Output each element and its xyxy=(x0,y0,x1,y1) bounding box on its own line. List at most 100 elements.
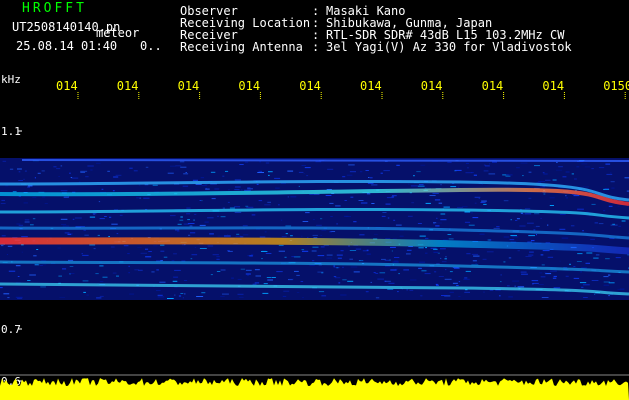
noise-speckle xyxy=(519,225,526,227)
noise-speckle xyxy=(80,171,86,173)
noise-speckle xyxy=(481,183,483,185)
noise-speckle xyxy=(249,255,253,257)
noise-speckle xyxy=(23,202,28,204)
noise-speckle xyxy=(69,172,71,174)
noise-speckle xyxy=(212,254,219,256)
noise-speckle xyxy=(330,216,333,217)
noise-speckle xyxy=(266,277,272,278)
noise-speckle xyxy=(313,219,315,221)
noise-speckle xyxy=(17,168,22,170)
noise-speckle xyxy=(320,218,323,220)
noise-speckle xyxy=(259,236,266,238)
noise-speckle xyxy=(204,184,208,186)
noise-speckle xyxy=(8,270,16,272)
noise-speckle xyxy=(547,256,554,258)
noise-speckle xyxy=(119,214,123,216)
noise-speckle xyxy=(160,260,163,261)
noise-speckle xyxy=(508,257,512,259)
noise-speckle xyxy=(558,166,563,168)
noise-speckle xyxy=(416,171,421,173)
noise-speckle xyxy=(302,250,309,252)
noise-speckle xyxy=(360,260,363,261)
noise-speckle xyxy=(301,235,303,237)
noise-speckle xyxy=(234,186,241,188)
noise-speckle xyxy=(101,188,104,190)
noise-speckle xyxy=(179,161,185,163)
noise-speckle xyxy=(472,217,479,219)
noise-speckle xyxy=(375,272,379,274)
noise-speckle xyxy=(472,260,477,262)
noise-speckle xyxy=(275,187,280,189)
noise-speckle xyxy=(511,236,519,238)
noise-speckle xyxy=(229,207,235,209)
noise-speckle xyxy=(321,230,327,232)
noise-speckle xyxy=(465,162,469,164)
noise-speckle xyxy=(36,249,39,250)
noise-speckle xyxy=(615,257,621,259)
noise-speckle xyxy=(576,166,580,168)
noise-speckle xyxy=(112,190,115,192)
noise-speckle xyxy=(371,184,378,186)
noise-speckle xyxy=(303,173,306,175)
noise-speckle xyxy=(225,170,229,172)
noise-speckle xyxy=(32,218,36,220)
noise-speckle xyxy=(278,250,285,252)
noise-speckle xyxy=(294,270,299,272)
noise-speckle xyxy=(384,280,391,282)
noise-speckle xyxy=(24,219,30,221)
noise-speckle xyxy=(533,226,538,228)
noise-speckle xyxy=(543,193,546,195)
noise-speckle xyxy=(254,269,260,271)
noise-speckle xyxy=(115,174,122,176)
noise-speckle xyxy=(258,200,263,202)
noise-speckle xyxy=(82,280,89,282)
noise-speckle xyxy=(201,185,207,187)
noise-speckle xyxy=(334,277,341,279)
noise-speckle xyxy=(127,253,130,255)
noise-speckle xyxy=(336,223,338,225)
noise-speckle xyxy=(263,283,268,285)
noise-speckle xyxy=(407,183,410,185)
noise-speckle xyxy=(524,208,531,210)
noise-speckle xyxy=(17,276,20,277)
noise-speckle xyxy=(68,259,74,261)
noise-speckle xyxy=(398,273,400,275)
noise-speckle xyxy=(32,197,37,198)
noise-speckle xyxy=(24,221,30,223)
noise-speckle xyxy=(574,178,577,180)
noise-speckle xyxy=(185,172,187,173)
noise-speckle xyxy=(425,202,431,204)
noise-speckle xyxy=(99,295,104,297)
noise-speckle xyxy=(444,278,452,280)
noise-speckle xyxy=(573,266,576,267)
noise-speckle xyxy=(44,203,48,205)
noise-speckle xyxy=(478,198,480,199)
noise-speckle xyxy=(183,280,188,281)
noise-speckle xyxy=(466,253,471,255)
noise-speckle xyxy=(37,172,41,174)
noise-speckle xyxy=(234,189,240,191)
noise-speckle xyxy=(406,253,411,255)
noise-speckle xyxy=(237,293,244,295)
noise-speckle xyxy=(217,215,219,217)
noise-speckle xyxy=(189,225,193,227)
noise-speckle xyxy=(579,282,587,284)
noise-speckle xyxy=(257,170,262,172)
noise-speckle xyxy=(234,179,241,181)
noise-speckle xyxy=(457,186,459,188)
freq-tick-label: 1.1 xyxy=(1,125,21,138)
noise-speckle xyxy=(283,290,290,292)
noise-speckle xyxy=(529,251,534,253)
noise-speckle xyxy=(471,253,479,255)
noise-speckle xyxy=(180,216,183,218)
noise-speckle xyxy=(371,203,375,204)
noise-speckle xyxy=(290,235,293,237)
noise-speckle xyxy=(503,261,506,263)
noise-speckle xyxy=(296,292,300,293)
noise-speckle xyxy=(608,295,610,297)
noise-speckle xyxy=(321,295,327,297)
time-label: 014 xyxy=(360,79,382,93)
noise-speckle xyxy=(137,246,142,248)
noise-speckle xyxy=(179,219,184,221)
noise-speckle xyxy=(479,233,485,235)
